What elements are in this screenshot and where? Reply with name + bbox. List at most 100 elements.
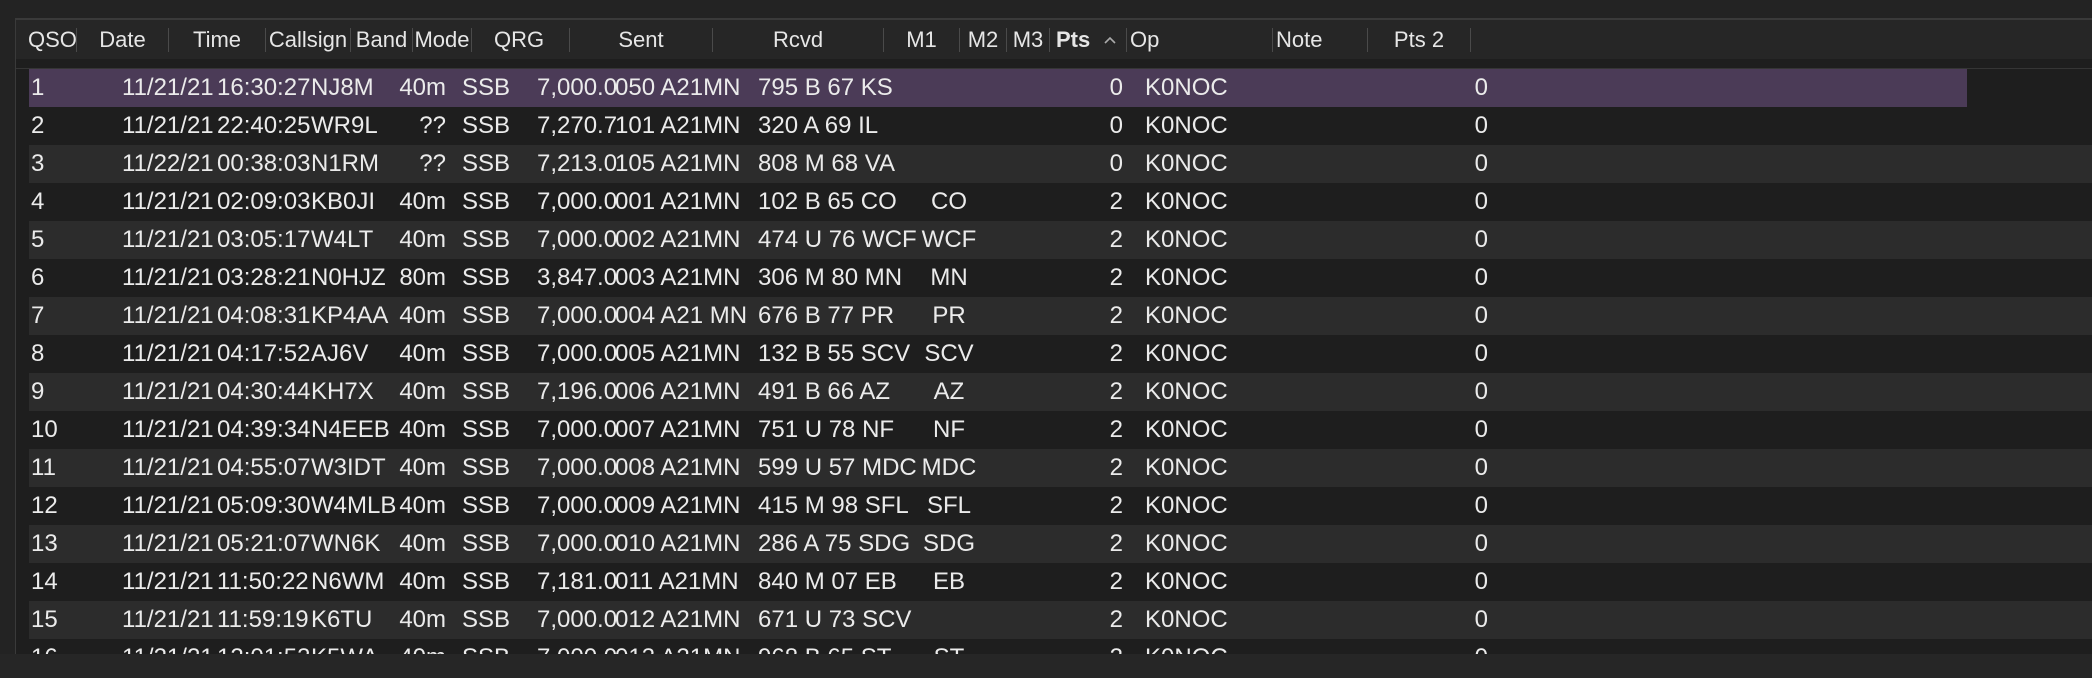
cell-m1: MDC [921,454,977,481]
cell-rcvd: 599 U 57 MDC [758,454,917,481]
cell-pts2: 0 [1474,112,1488,139]
cell-sent: 010 A21MN [615,530,741,557]
table-row[interactable]: 12 11/21/21 05:09:30 W4MLB 40m SSB 7,000… [29,487,2092,525]
table-row[interactable]: 15 11/21/21 11:59:19 K6TU 40m SSB 7,000.… [29,601,2092,639]
table-row[interactable]: 4 11/21/21 02:09:03 KB0JI 40m SSB 7,000.… [29,183,2092,221]
table-row[interactable]: 9 11/21/21 04:30:44 KH7X 40m SSB 7,196.0… [29,373,2092,411]
table-row[interactable]: 8 11/21/21 04:17:52 AJ6V 40m SSB 7,000.0… [29,335,2092,373]
column-header-rcvd[interactable]: Rcvd [713,20,883,59]
cell-pts: 0 [1109,150,1123,177]
table-row[interactable]: 5 11/21/21 03:05:17 W4LT 40m SSB 7,000.0… [29,221,2092,259]
table-row[interactable]: 10 11/21/21 04:39:34 N4EEB 40m SSB 7,000… [29,411,2092,449]
cell-sent: 012 A21MN [615,606,741,633]
column-divider[interactable] [1049,28,1050,52]
cell-op: K0NOC [1145,530,1228,557]
cell-mode: SSB [462,454,511,481]
cell-sent: 011 A21MN [615,568,739,595]
cell-sent: 101 A21MN [615,112,741,139]
cell-time: 05:21:07 [217,530,311,557]
cell-callsign: W4LT [311,226,374,253]
cell-mode: SSB [462,568,511,595]
cell-qrg: 7,000.0 [537,188,618,215]
cell-band: 40m [399,568,446,595]
column-header-pts[interactable]: Pts [1056,20,1106,59]
cell-mode: SSB [462,74,511,101]
cell-qso: 8 [31,340,45,367]
cell-op: K0NOC [1145,74,1228,101]
column-header-qrg[interactable]: QRG [494,20,556,59]
column-header-sent[interactable]: Sent [570,20,712,59]
cell-mode: SSB [462,150,511,177]
column-header-m1[interactable]: M1 [884,20,959,59]
table-row[interactable]: 6 11/21/21 03:28:21 N0HJZ 80m SSB 3,847.… [29,259,2092,297]
cell-time: 02:09:03 [217,188,311,215]
column-divider[interactable] [471,28,472,52]
cell-m1: CO [931,188,967,215]
cell-date: 11/21/21 [122,188,214,215]
cell-time: 05:09:30 [217,492,311,519]
cell-band: 40m [399,302,446,329]
table-row[interactable]: 14 11/21/21 11:50:22 N6WM 40m SSB 7,181.… [29,563,2092,601]
column-divider[interactable] [1272,28,1273,52]
column-divider[interactable] [1470,28,1471,52]
table-row[interactable]: 7 11/21/21 04:08:31 KP4AA 40m SSB 7,000.… [29,297,2092,335]
cell-pts2: 0 [1474,492,1488,519]
cell-mode: SSB [462,264,511,291]
cell-pts: 2 [1109,530,1123,557]
column-divider[interactable] [1126,28,1127,52]
table-row[interactable]: 13 11/21/21 05:21:07 WN6K 40m SSB 7,000.… [29,525,2092,563]
cell-callsign: W3IDT [311,454,386,481]
cell-time: 04:39:34 [217,416,311,443]
table-row[interactable]: 2 11/21/21 22:40:25 WR9L ?? SSB 7,270.7 … [29,107,2092,145]
cell-op: K0NOC [1145,568,1228,595]
column-header-m2[interactable]: M2 [960,20,1006,59]
cell-m1: AZ [933,378,965,405]
cell-sent: 002 A21MN [615,226,741,253]
cell-qso: 11 [31,454,56,481]
cell-pts2: 0 [1474,378,1488,405]
column-header-note[interactable]: Note [1276,20,1356,59]
cell-time: 11:59:19 [217,606,309,633]
cell-qso: 12 [31,492,58,519]
cell-qso: 5 [31,226,45,253]
cell-time: 04:08:31 [217,302,311,329]
table-row[interactable]: 3 11/22/21 00:38:03 N1RM ?? SSB 7,213.0 … [29,145,2092,183]
table-row[interactable]: 11 11/21/21 04:55:07 W3IDT 40m SSB 7,000… [29,449,2092,487]
table-row[interactable]: 1 11/21/21 16:30:27 NJ8M 40m SSB 7,000.0… [29,69,1967,107]
column-header-m3[interactable]: M3 [1007,20,1049,59]
cell-rcvd: 676 B 77 PR [758,302,895,329]
cell-time: 04:30:44 [217,378,311,405]
window-bottom-bar [0,654,2092,678]
cell-date: 11/21/21 [122,416,214,443]
column-header-time[interactable]: Time [169,20,265,59]
cell-pts: 2 [1109,226,1123,253]
cell-time: 04:17:52 [217,340,311,367]
cell-date: 11/21/21 [122,264,214,291]
column-header-pts2[interactable]: Pts 2 [1368,20,1470,59]
cell-band: 40m [399,188,446,215]
qso-log-table[interactable]: QSO Date Time Callsign Band Mode QRG Sen… [15,18,2092,656]
column-header-mode[interactable]: Mode [413,20,471,59]
cell-date: 11/21/21 [122,74,214,101]
cell-op: K0NOC [1145,188,1228,215]
cell-pts2: 0 [1474,340,1488,367]
cell-pts2: 0 [1474,606,1488,633]
cell-band: 40m [399,606,446,633]
column-header-band[interactable]: Band [351,20,412,59]
chevron-up-icon[interactable] [1103,20,1117,59]
cell-pts: 2 [1109,606,1123,633]
cell-qso: 2 [31,112,45,139]
cell-band: 40m [399,530,446,557]
column-header-date[interactable]: Date [77,20,168,59]
cell-band: 40m [399,226,446,253]
cell-pts: 2 [1109,264,1123,291]
cell-date: 11/21/21 [122,568,214,595]
cell-callsign: K6TU [311,606,373,633]
cell-date: 11/21/21 [122,302,214,329]
column-header-callsign[interactable]: Callsign [266,20,350,59]
column-header-qso[interactable]: QSO [28,20,80,59]
cell-m1: MN [930,264,968,291]
cell-qso: 9 [31,378,45,405]
cell-mode: SSB [462,378,511,405]
column-header-op[interactable]: Op [1130,20,1210,59]
